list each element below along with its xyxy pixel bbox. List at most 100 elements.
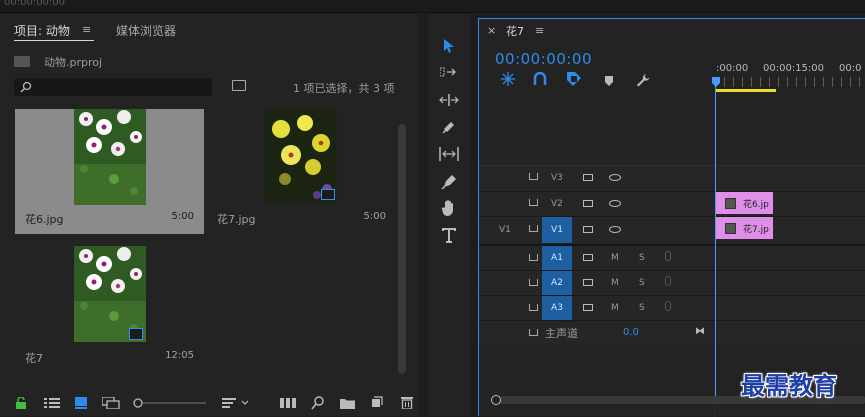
wrench-icon[interactable] — [636, 73, 650, 87]
program-timecode: 00:00:00:00 — [4, 0, 66, 8]
sync-lock-icon[interactable] — [583, 226, 593, 233]
tools-panel — [428, 14, 470, 416]
playhead-handle[interactable] — [712, 77, 720, 87]
track-lock-icon[interactable] — [529, 329, 538, 336]
tab-project[interactable]: 项目: 动物 — [14, 22, 70, 39]
ruler-mid-time: 00:00:15:00 — [763, 63, 825, 74]
ripple-edit-tool-icon[interactable] — [439, 94, 459, 106]
sync-lock-icon[interactable] — [583, 279, 593, 286]
search-input[interactable] — [36, 79, 210, 95]
item-duration: 12:05 — [165, 350, 194, 361]
pen-tool-icon[interactable] — [441, 174, 457, 190]
source-patch-v1[interactable]: V1 — [499, 225, 511, 235]
find-icon[interactable] — [311, 396, 325, 410]
timeline-close-icon[interactable]: × — [487, 24, 496, 37]
clip-hua6[interactable]: 花6.jp — [715, 192, 773, 214]
track-label-a3[interactable]: A3 — [542, 296, 572, 320]
track-lock-icon[interactable] — [529, 254, 538, 261]
track-label-a1[interactable]: A1 — [542, 246, 572, 270]
mute-button[interactable]: M — [611, 303, 619, 313]
track-lock-icon[interactable] — [529, 199, 538, 206]
track-lock-icon[interactable] — [529, 304, 538, 311]
selection-tool-icon[interactable] — [442, 38, 456, 54]
track-lock-icon[interactable] — [529, 279, 538, 286]
lock-icon[interactable] — [15, 397, 27, 409]
find-in-bin-icon[interactable] — [232, 80, 246, 91]
project-item-hua6[interactable]: 花6.jpg 5:00 — [15, 109, 204, 234]
track-row-a3: A3 M S — [479, 296, 865, 321]
solo-button[interactable]: S — [639, 278, 645, 288]
mute-button[interactable]: M — [611, 253, 619, 263]
linked-selection-icon[interactable] — [533, 72, 547, 86]
item-name: 花6.jpg — [25, 213, 64, 226]
sync-lock-icon[interactable] — [583, 304, 593, 311]
marker-icon[interactable] — [604, 75, 614, 87]
clip-image-icon — [725, 198, 736, 209]
new-bin-icon[interactable] — [340, 397, 355, 409]
track-row-a2: A2 M S — [479, 271, 865, 296]
razor-tool-icon[interactable] — [441, 119, 457, 135]
project-scrollbar[interactable] — [398, 124, 406, 374]
project-menu-icon[interactable]: ≡ — [82, 23, 91, 36]
track-row-v3: V3 — [479, 166, 865, 192]
timeline-menu-icon[interactable]: ≡ — [535, 24, 544, 37]
track-lock-icon[interactable] — [529, 173, 538, 180]
ruler-start-time: :00:00 — [716, 63, 749, 74]
voiceover-mic-icon[interactable] — [665, 276, 671, 286]
scroll-handle[interactable] — [491, 395, 501, 405]
track-lock-icon[interactable] — [529, 225, 538, 232]
freeform-view-icon[interactable] — [102, 397, 120, 409]
item-name: 花7 — [25, 352, 43, 365]
clip-label: 花6.jp — [743, 200, 769, 210]
search-box[interactable] — [14, 78, 212, 96]
clip-hua7[interactable]: 花7.jp — [715, 217, 773, 239]
track-label-v2[interactable]: V2 — [551, 199, 563, 209]
project-panel: 项目: 动物 ≡ 媒体浏览器 动物.prproj 1 项已选择，共 3 项 花6… — [0, 14, 418, 416]
sync-lock-icon[interactable] — [583, 200, 593, 207]
icon-view-icon[interactable] — [75, 397, 87, 409]
sync-lock-icon[interactable] — [583, 174, 593, 181]
project-toolbar — [0, 389, 418, 416]
slip-tool-icon[interactable] — [439, 147, 459, 161]
project-file-name: 动物.prproj — [44, 56, 103, 69]
go-to-in-out-icon[interactable]: ⧓ — [695, 326, 705, 337]
track-label-v1[interactable]: V1 — [542, 217, 572, 243]
list-view-icon[interactable] — [44, 397, 60, 409]
snap-icon[interactable] — [501, 72, 515, 86]
add-marker-group-icon[interactable] — [567, 72, 581, 86]
solo-button[interactable]: S — [639, 253, 645, 263]
item-duration: 5:00 — [171, 211, 194, 222]
eye-icon[interactable] — [609, 226, 621, 233]
master-volume-value[interactable]: 0.0 — [623, 327, 639, 338]
track-row-master: 主声道 0.0 ⧓ — [479, 321, 865, 345]
project-item-hua7-sequence[interactable]: 花7 12:05 — [15, 238, 204, 368]
project-item-hua7-jpg[interactable]: 花7.jpg 5:00 — [207, 109, 396, 234]
hand-tool-icon[interactable] — [441, 199, 457, 217]
track-label-v3[interactable]: V3 — [551, 173, 563, 183]
sync-lock-icon[interactable] — [583, 254, 593, 261]
tab-media-browser[interactable]: 媒体浏览器 — [116, 22, 176, 39]
new-item-icon[interactable] — [370, 396, 383, 409]
solo-button[interactable]: S — [639, 303, 645, 313]
eye-icon[interactable] — [609, 174, 621, 181]
eye-icon[interactable] — [609, 200, 621, 207]
track-select-tool-icon[interactable] — [440, 67, 458, 79]
sort-icon[interactable] — [222, 397, 250, 409]
selection-status: 1 项已选择，共 3 项 — [293, 82, 395, 95]
work-area-bar[interactable] — [716, 89, 776, 92]
item-name: 花7.jpg — [217, 213, 256, 226]
timeline-timecode[interactable]: 00:00:00:00 — [495, 50, 592, 68]
track-label-a2[interactable]: A2 — [542, 271, 572, 295]
top-strip: 00:00:00:00 — [0, 0, 865, 13]
voiceover-mic-icon[interactable] — [665, 301, 671, 311]
zoom-slider[interactable] — [132, 397, 206, 409]
type-tool-icon[interactable] — [442, 227, 456, 243]
automate-to-sequence-icon[interactable] — [280, 397, 296, 409]
mute-button[interactable]: M — [611, 278, 619, 288]
trash-icon[interactable] — [401, 396, 413, 409]
tab-active-underline — [14, 40, 94, 41]
track-row-v2: V2 — [479, 192, 865, 217]
voiceover-mic-icon[interactable] — [665, 251, 671, 261]
time-ruler[interactable] — [715, 77, 865, 87]
timeline-tab-title[interactable]: 花7 — [506, 23, 524, 39]
